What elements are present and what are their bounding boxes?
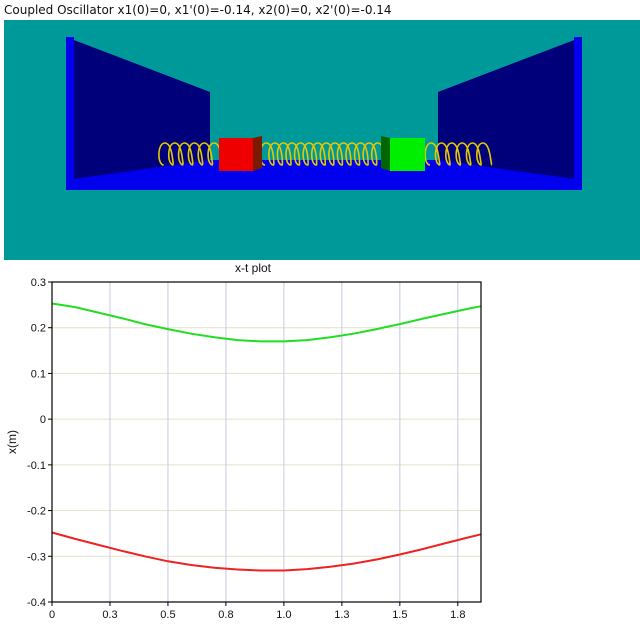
y-tick-label: -0.4 [27, 597, 46, 609]
mass-2[interactable] [381, 136, 425, 171]
x-tick-label: 1.0 [276, 609, 291, 621]
3d-scene-canvas[interactable] [4, 20, 640, 260]
y-tick-label: 0.3 [31, 277, 46, 289]
plot-title: x-t plot [235, 261, 272, 275]
plot-series [51, 302, 482, 572]
x-tick-label: 0.3 [102, 609, 117, 621]
plot-frame [51, 281, 482, 603]
x-tick-label: 0.8 [218, 609, 233, 621]
title-bar: Coupled Oscillator x1(0)=0, x1'(0)=-0.14… [0, 0, 640, 20]
x-tick-label: 0.5 [160, 609, 175, 621]
y-tick-label: -0.1 [27, 460, 46, 472]
y-tick-label: 0.1 [31, 368, 46, 380]
app-window: Coupled Oscillator x1(0)=0, x1'(0)=-0.14… [0, 0, 640, 624]
y-tick-label: -0.3 [27, 551, 46, 563]
series-line-2 [51, 531, 482, 572]
y-axis-label: x(m) [5, 430, 19, 454]
plot-grid [52, 281, 481, 603]
y-tick-label: -0.2 [27, 506, 46, 518]
x-tick-label: 1.5 [392, 609, 407, 621]
xt-plot: x-t plot x(m) 0.3 0.2 0.1 0 -0.1 -0.2 -0.3 -0.4… [0, 260, 484, 624]
x-tick-label: 1.3 [334, 609, 349, 621]
x-tick-label: 1.8 [450, 609, 465, 621]
window-title: Coupled Oscillator x1(0)=0, x1'(0)=-0.14… [4, 3, 392, 17]
right-wall-edge [574, 37, 582, 185]
mass-1[interactable] [219, 136, 262, 171]
y-tick-label: 0.2 [31, 323, 46, 335]
series-line-1 [51, 302, 482, 343]
left-wall-edge [66, 37, 74, 185]
y-tick-label: 0 [40, 414, 46, 426]
x-tick-label: 0 [49, 609, 55, 621]
